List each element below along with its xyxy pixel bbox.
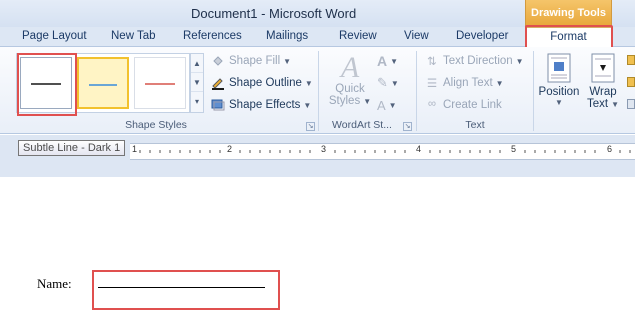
- ruler-number: 2: [227, 144, 233, 154]
- text-effects-icon: A: [377, 97, 386, 113]
- text-group-label: Text: [465, 119, 485, 131]
- chevron-down-icon: ▼: [304, 78, 313, 88]
- bring-forward-icon[interactable]: [627, 55, 635, 65]
- ruler-number: 1: [132, 144, 138, 154]
- wrap-text-button[interactable]: Wrap Text ▼: [583, 53, 623, 110]
- dialog-launcher-icon[interactable]: ↘: [403, 122, 412, 131]
- position-label: Position: [538, 86, 580, 98]
- shape-effects-icon: [210, 98, 226, 112]
- tab-developer[interactable]: Developer: [456, 30, 508, 42]
- style-swatch-blue[interactable]: [77, 57, 129, 109]
- chevron-down-icon: ▼: [363, 97, 372, 106]
- shape-outline-button[interactable]: Shape Outline ▼: [210, 74, 313, 92]
- send-backward-icon[interactable]: [627, 77, 635, 87]
- wordart-group-label: WordArt St...: [332, 119, 392, 131]
- tab-new-tab[interactable]: New Tab: [111, 30, 156, 42]
- name-label: Name:: [37, 276, 72, 291]
- style-tooltip: Subtle Line - Dark 1: [18, 140, 126, 156]
- tab-mailings[interactable]: Mailings: [266, 30, 308, 42]
- align-text-label: Align Text: [443, 77, 493, 89]
- text-outline-icon: ✎: [377, 75, 388, 90]
- format-tab-highlight: [525, 25, 613, 49]
- chevron-down-icon: ▼: [515, 56, 524, 66]
- wrap-label-1: Wrap: [589, 86, 617, 98]
- paint-bucket-icon: [210, 54, 226, 68]
- chevron-down-icon: ▼: [611, 100, 619, 109]
- shape-outline-label: Shape Outline: [229, 77, 302, 89]
- group-separator: [318, 51, 319, 131]
- group-separator: [533, 51, 534, 131]
- line-highlight: [92, 270, 280, 310]
- drawing-tools-label: Drawing Tools: [531, 7, 606, 19]
- gallery-down-arrow-icon[interactable]: ▼: [191, 73, 203, 92]
- create-link-button[interactable]: ∞ Create Link: [424, 96, 502, 114]
- ruler-number: 6: [607, 144, 613, 154]
- chevron-down-icon: ▼: [390, 56, 399, 66]
- ruler-number: 3: [321, 144, 327, 154]
- text-fill-button[interactable]: A ▼: [377, 52, 398, 70]
- tab-page-layout[interactable]: Page Layout: [22, 30, 87, 42]
- text-direction-label: Text Direction: [443, 55, 513, 67]
- quick-styles-label-2: Styles: [328, 95, 361, 107]
- shape-fill-label: Shape Fill: [229, 55, 281, 67]
- drawing-tools-header: Drawing Tools: [525, 0, 612, 27]
- wrap-text-icon: [583, 53, 623, 83]
- chevron-down-icon: ▼: [283, 56, 292, 66]
- selection-pane-icon[interactable]: [627, 99, 635, 109]
- quick-styles-button[interactable]: A Quick Styles ▼: [328, 51, 372, 108]
- title-bar: Document1 - Microsoft Word Drawing Tools: [0, 0, 635, 27]
- text-direction-button[interactable]: ⇅ Text Direction ▼: [424, 52, 524, 70]
- link-icon: ∞: [427, 98, 437, 110]
- style-swatch-red[interactable]: [134, 57, 186, 109]
- group-separator: [416, 51, 417, 131]
- ribbon: ▲ ▼ ▾ Shape Fill ▼ Shape Outline ▼ Shape…: [0, 47, 635, 134]
- window-title: Document1 - Microsoft Word: [191, 6, 357, 21]
- chevron-down-icon: ▼: [388, 100, 397, 110]
- chevron-down-icon: ▼: [495, 78, 504, 88]
- swatch-line-blue: [89, 84, 117, 86]
- align-text-button[interactable]: ☰ Align Text ▼: [424, 74, 504, 92]
- ruler-number: 5: [511, 144, 517, 154]
- gallery-scroll[interactable]: ▲ ▼ ▾: [190, 53, 204, 113]
- chevron-down-icon: ▼: [555, 98, 563, 107]
- text-effects-button[interactable]: A ▼: [377, 96, 397, 114]
- gallery-more-icon[interactable]: ▾: [191, 92, 203, 111]
- chevron-down-icon: ▼: [303, 100, 312, 110]
- ruler-number: 4: [416, 144, 422, 154]
- quick-styles-label-1: Quick: [335, 83, 365, 95]
- shape-styles-group-label: Shape Styles: [125, 119, 187, 131]
- text-direction-icon: ⇅: [427, 56, 437, 68]
- align-text-icon: ☰: [426, 78, 438, 90]
- wrap-label-row: Text ▼: [583, 98, 623, 110]
- position-button[interactable]: Position ▼: [537, 53, 581, 107]
- position-icon: [537, 53, 581, 83]
- document-page[interactable]: Name:: [0, 177, 635, 318]
- shape-fill-button[interactable]: Shape Fill ▼: [210, 52, 291, 70]
- text-fill-icon: A: [377, 53, 388, 69]
- gallery-up-arrow-icon[interactable]: ▲: [191, 54, 203, 73]
- tab-view[interactable]: View: [404, 30, 429, 42]
- text-outline-button[interactable]: ✎ ▼: [377, 74, 399, 92]
- pencil-icon: [210, 76, 226, 90]
- quick-styles-label-row: Styles ▼: [328, 95, 372, 107]
- wordart-a-icon: A: [340, 51, 360, 84]
- swatch-highlight: [17, 53, 77, 116]
- shape-effects-label: Shape Effects: [229, 99, 301, 111]
- tab-review[interactable]: Review: [339, 30, 377, 42]
- create-link-label: Create Link: [443, 99, 502, 111]
- chevron-down-icon: ▼: [390, 78, 399, 88]
- shape-effects-button[interactable]: Shape Effects ▼: [210, 96, 311, 114]
- wrap-label-2: Text: [586, 98, 609, 110]
- tab-references[interactable]: References: [183, 30, 242, 42]
- swatch-line-red: [145, 83, 175, 85]
- dialog-launcher-icon[interactable]: ↘: [306, 122, 315, 131]
